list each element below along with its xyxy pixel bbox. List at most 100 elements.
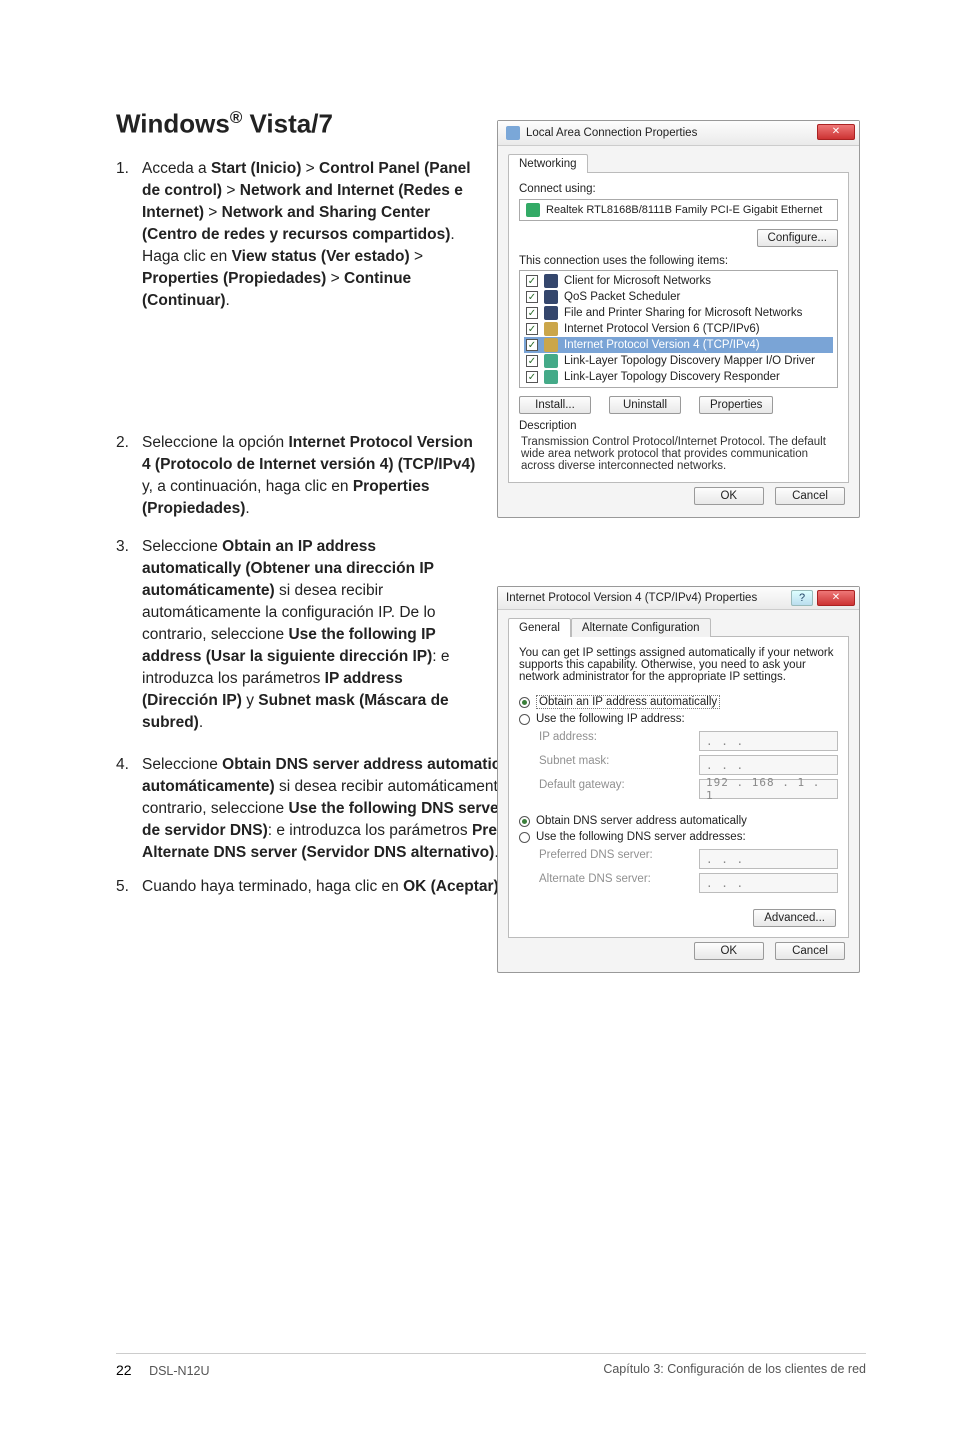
checkbox-icon[interactable]: ✓ (526, 323, 538, 335)
radio-obtain-dns-label: Obtain DNS server address automatically (536, 815, 747, 827)
step-2-num: 2. (116, 432, 142, 520)
item-4: Internet Protocol Version 4 (TCP/IPv4) (564, 339, 760, 351)
step-2: 2. Seleccione la opción Internet Protoco… (116, 432, 476, 520)
radio-use-ip[interactable]: Use the following IP address: (519, 711, 838, 727)
advanced-button[interactable]: Advanced... (753, 909, 836, 927)
tab-networking[interactable]: Networking (508, 154, 588, 173)
lltd-responder-icon (544, 370, 558, 384)
checkbox-icon[interactable]: ✓ (526, 355, 538, 367)
ip-address-field: . . . (699, 731, 838, 751)
pref-dns-label: Preferred DNS server: (539, 849, 699, 869)
radio-obtain-ip[interactable]: Obtain an IP address automatically (519, 693, 838, 711)
dlg2-title-text: Internet Protocol Version 4 (TCP/IPv4) P… (506, 592, 757, 604)
s2-t1: Seleccione la opción (142, 434, 289, 451)
alt-dns-label: Alternate DNS server: (539, 873, 699, 893)
s3-t4: y (242, 692, 258, 709)
step-3-num: 3. (116, 536, 142, 734)
s5-t1: Cuando haya terminado, haga clic en (142, 878, 403, 895)
s1-b1: Start (Inicio) (211, 160, 301, 177)
list-item[interactable]: ✓ Internet Protocol Version 6 (TCP/IPv6) (524, 321, 833, 337)
radio-icon[interactable] (519, 714, 530, 725)
checkbox-icon[interactable]: ✓ (526, 339, 538, 351)
s3-t1: Seleccione (142, 538, 222, 555)
left-column: 1. Acceda a Start (Inicio) > Control Pan… (116, 158, 476, 750)
chapter-label: Capítulo 3: Configuración de los cliente… (603, 1362, 866, 1378)
s5-b1: OK (Aceptar). (403, 878, 503, 895)
item-3: Internet Protocol Version 6 (TCP/IPv6) (564, 323, 760, 335)
adapter-icon (526, 203, 540, 217)
client-icon (544, 274, 558, 288)
ok-button[interactable]: OK (694, 942, 764, 960)
radio-use-dns[interactable]: Use the following DNS server addresses: (519, 829, 838, 845)
model-name: DSL-N12U (149, 1364, 209, 1378)
step-1: 1. Acceda a Start (Inicio) > Control Pan… (116, 158, 476, 312)
ipv4-icon (544, 338, 558, 352)
gateway-field: 192 . 168 . 1 . 1 (699, 779, 838, 799)
s1-b6: Properties (Propiedades) (142, 270, 326, 287)
s1-t1: Acceda a (142, 160, 211, 177)
radio-use-dns-label: Use the following DNS server addresses: (536, 831, 746, 843)
local-area-connection-dialog: Local Area Connection Properties ✕ Netwo… (497, 120, 860, 518)
list-item[interactable]: ✓ Link-Layer Topology Discovery Mapper I/… (524, 353, 833, 369)
list-item-selected[interactable]: ✓ Internet Protocol Version 4 (TCP/IPv4) (524, 337, 833, 353)
description-text: Transmission Control Protocol/Internet P… (519, 432, 838, 474)
s1-t3: > (222, 182, 240, 199)
configure-button[interactable]: Configure... (757, 229, 838, 247)
step-1-body: Acceda a Start (Inicio) > Control Panel … (142, 158, 476, 312)
help-icon[interactable]: ? (791, 590, 813, 606)
heading-prefix: Windows (116, 109, 230, 139)
radio-icon[interactable] (519, 832, 530, 843)
cancel-button[interactable]: Cancel (775, 942, 845, 960)
gateway-label: Default gateway: (539, 779, 699, 799)
uninstall-button[interactable]: Uninstall (609, 396, 681, 414)
heading-suffix: Vista/7 (242, 109, 333, 139)
ip-address-label: IP address: (539, 731, 699, 751)
item-5: Link-Layer Topology Discovery Mapper I/O… (564, 355, 815, 367)
step-3: 3. Seleccione Obtain an IP address autom… (116, 536, 476, 734)
pref-dns-field: . . . (699, 849, 838, 869)
subnet-field: . . . (699, 755, 838, 775)
s4-b4: Alternate DNS server (Servidor DNS alter… (142, 844, 494, 861)
subnet-label: Subnet mask: (539, 755, 699, 775)
radio-icon[interactable] (519, 697, 530, 708)
step-2-body: Seleccione la opción Internet Protocol V… (142, 432, 476, 520)
checkbox-icon[interactable]: ✓ (526, 275, 538, 287)
checkbox-icon[interactable]: ✓ (526, 307, 538, 319)
properties-button[interactable]: Properties (699, 396, 773, 414)
ok-button[interactable]: OK (694, 487, 764, 505)
s4-t1: Seleccione (142, 756, 222, 773)
s4-t3: : e introduzca los parámetros (268, 822, 472, 839)
list-item[interactable]: ✓QoS Packet Scheduler (524, 289, 833, 305)
checkbox-icon[interactable]: ✓ (526, 371, 538, 383)
fileprint-icon (544, 306, 558, 320)
radio-use-ip-label: Use the following IP address: (536, 713, 685, 725)
tab-general[interactable]: General (508, 618, 571, 637)
step-4-num: 4. (116, 754, 142, 864)
step-3-body: Seleccione Obtain an IP address automati… (142, 536, 476, 734)
dlg1-title-text: Local Area Connection Properties (526, 127, 697, 139)
s3-t5: . (199, 714, 203, 731)
close-icon[interactable]: ✕ (817, 590, 855, 606)
close-icon[interactable]: ✕ (817, 124, 855, 140)
tab-alternate[interactable]: Alternate Configuration (571, 618, 711, 637)
page-number: 22 (116, 1362, 132, 1378)
list-item[interactable]: ✓Client for Microsoft Networks (524, 273, 833, 289)
s2-t3: . (245, 500, 249, 517)
s2-t2: y, a continuación, haga clic en (142, 478, 353, 495)
cancel-button[interactable]: Cancel (775, 487, 845, 505)
ipv4-properties-dialog: Internet Protocol Version 4 (TCP/IPv4) P… (497, 586, 860, 973)
install-button[interactable]: Install... (519, 396, 591, 414)
list-item[interactable]: ✓ Link-Layer Topology Discovery Responder (524, 369, 833, 385)
s1-b5: View status (Ver estado) (232, 248, 410, 265)
qos-icon (544, 290, 558, 304)
adapter-field: Realtek RTL8168B/8111B Family PCI-E Giga… (519, 199, 838, 221)
items-list[interactable]: ✓Client for Microsoft Networks ✓QoS Pack… (519, 270, 838, 388)
s1-t6: > (410, 248, 423, 265)
checkbox-icon[interactable]: ✓ (526, 291, 538, 303)
radio-icon[interactable] (519, 816, 530, 827)
radio-obtain-dns[interactable]: Obtain DNS server address automatically (519, 813, 838, 829)
list-item[interactable]: ✓File and Printer Sharing for Microsoft … (524, 305, 833, 321)
heading-reg: ® (230, 108, 242, 127)
item-6: Link-Layer Topology Discovery Responder (564, 371, 780, 383)
radio-obtain-ip-label: Obtain an IP address automatically (536, 695, 720, 709)
